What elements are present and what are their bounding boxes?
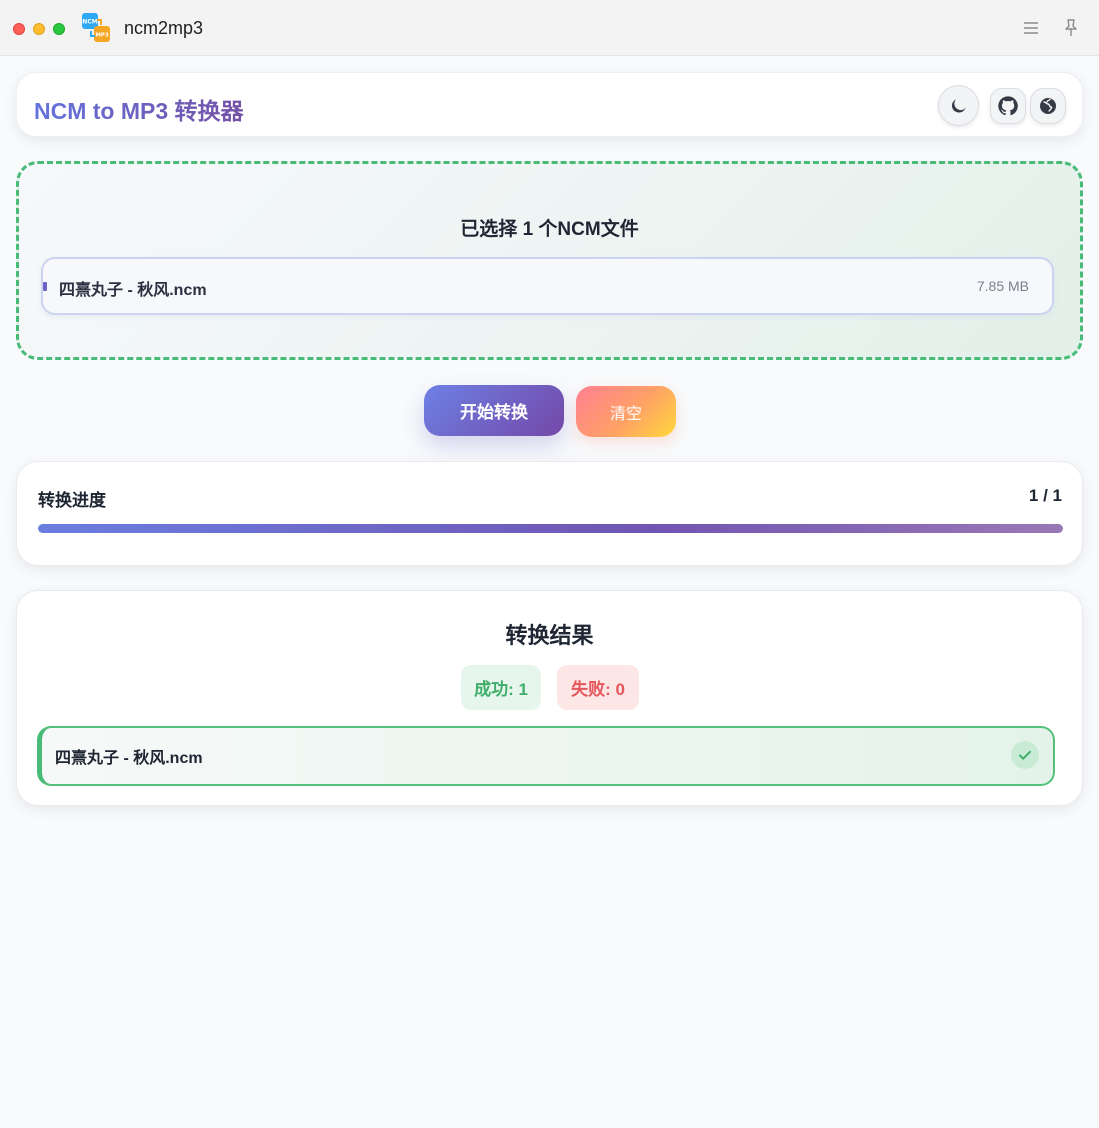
app-logo-icon: NCM MP3 — [82, 13, 110, 42]
results-card: 转换结果 成功: 1 失败: 0 四熹丸子 - 秋风.ncm — [16, 590, 1083, 806]
moon-icon — [951, 98, 966, 113]
language-button[interactable] — [1030, 88, 1066, 124]
progress-label: 转换进度 — [38, 491, 106, 510]
check-icon — [1011, 741, 1039, 769]
success-count-badge: 成功: 1 — [461, 665, 541, 710]
results-title: 转换结果 — [505, 623, 594, 648]
github-icon — [998, 96, 1018, 116]
file-name: 四熹丸子 - 秋风.ncm — [59, 282, 207, 299]
start-convert-button[interactable]: 开始转换 — [424, 385, 564, 436]
github-button[interactable] — [990, 88, 1026, 124]
progress-bar — [38, 524, 1063, 533]
svg-text:NCM: NCM — [82, 19, 97, 26]
result-file-name: 四熹丸子 - 秋风.ncm — [55, 750, 203, 767]
svg-text:MP3: MP3 — [95, 33, 109, 39]
fail-count-badge: 失败: 0 — [557, 665, 639, 710]
file-drop-zone[interactable]: 已选择 1 个NCM文件 四熹丸子 - 秋风.ncm 7.85 MB — [16, 161, 1083, 360]
menu-icon[interactable] — [1021, 18, 1041, 38]
close-window-button[interactable] — [13, 23, 25, 35]
result-list-item: 四熹丸子 - 秋风.ncm — [37, 726, 1055, 786]
file-accent-bar — [43, 282, 47, 291]
progress-bar-fill — [38, 524, 1063, 533]
progress-card: 转换进度 1 / 1 — [16, 461, 1083, 566]
window-title: ncm2mp3 — [124, 18, 204, 38]
clear-button[interactable]: 清空 — [576, 386, 676, 437]
progress-count: 1 / 1 — [1028, 486, 1062, 505]
file-size: 7.85 MB — [976, 278, 1029, 294]
selected-files-title: 已选择 1 个NCM文件 — [460, 219, 639, 240]
theme-toggle-button[interactable] — [938, 85, 979, 126]
globe-icon — [1040, 98, 1056, 114]
minimize-window-button[interactable] — [33, 23, 45, 35]
title-bar: NCM MP3 ncm2mp3 — [0, 0, 1099, 56]
maximize-window-button[interactable] — [53, 23, 65, 35]
header-card: NCM to MP3 转换器 — [16, 72, 1083, 137]
page-title: NCM to MP3 转换器 — [34, 92, 244, 126]
app-window: NCM MP3 ncm2mp3 NCM to MP3 转换器 已选择 1 个NC… — [0, 0, 1099, 1128]
file-list-item: 四熹丸子 - 秋风.ncm 7.85 MB — [41, 257, 1054, 315]
pin-icon[interactable] — [1061, 18, 1081, 38]
